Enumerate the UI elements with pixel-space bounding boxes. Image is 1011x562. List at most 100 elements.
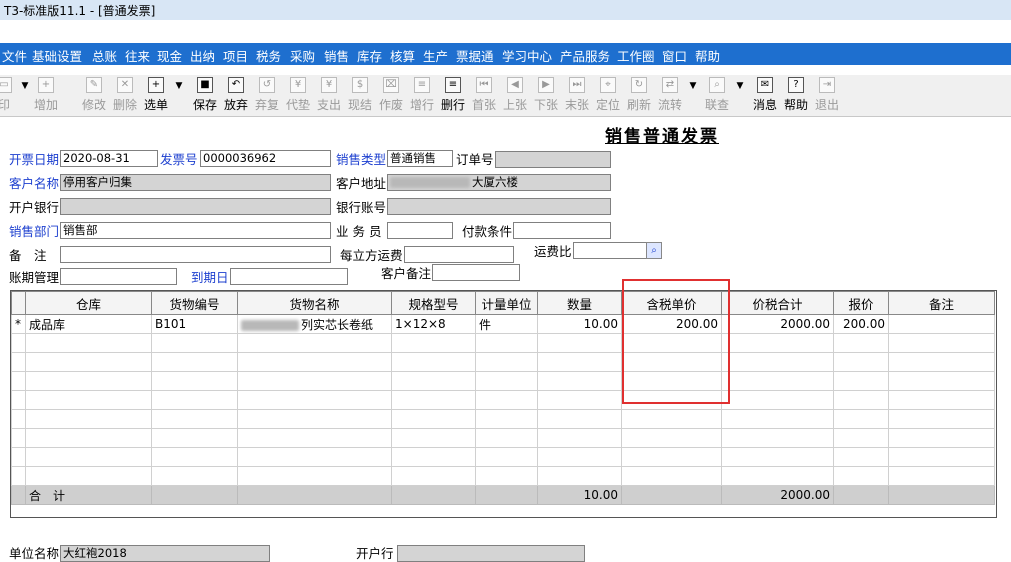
locate-button[interactable]: ⌖ 定位 xyxy=(594,77,622,113)
customer-field[interactable]: 停用客户归集 xyxy=(60,174,331,191)
col-unit[interactable]: 计量单位 xyxy=(475,291,538,315)
col-spec[interactable]: 规格型号 xyxy=(391,291,476,315)
menu-file[interactable]: 文件 xyxy=(2,46,27,65)
menu-production[interactable]: 生产 xyxy=(423,46,448,65)
menu-window[interactable]: 窗口 xyxy=(662,46,687,65)
save-button[interactable]: ■ 保存 xyxy=(191,77,219,113)
flow-dropdown[interactable]: ▼ xyxy=(688,77,698,113)
note-cell[interactable] xyxy=(888,314,995,334)
print-button[interactable]: ▭ 印 xyxy=(0,77,14,113)
advance-button[interactable]: ¥ 代垫 xyxy=(284,77,312,113)
spec-cell[interactable]: 1×12×8 xyxy=(391,314,476,334)
select-dropdown[interactable]: ▼ xyxy=(174,77,184,113)
acct-mgmt-field[interactable] xyxy=(60,268,177,285)
void-button[interactable]: ⌧ 作废 xyxy=(377,77,405,113)
select-order-button[interactable]: + 选单 xyxy=(142,77,170,113)
customer-remark-field[interactable] xyxy=(432,264,520,281)
add-row-button[interactable]: ≡ 增行 xyxy=(408,77,436,113)
total-cell[interactable]: 2000.00 xyxy=(721,314,834,334)
item-code-cell[interactable]: B101 xyxy=(151,314,238,334)
due-date-field[interactable] xyxy=(230,268,348,285)
col-warehouse[interactable]: 仓库 xyxy=(25,291,152,315)
item-name-cell[interactable]: 列实芯长卷纸 xyxy=(237,314,392,334)
expense-button[interactable]: ¥ 支出 xyxy=(315,77,343,113)
edit-button[interactable]: ✎ 修改 xyxy=(81,77,107,113)
sales-type-field[interactable]: 普通销售 xyxy=(387,150,453,167)
table-row[interactable] xyxy=(11,371,995,391)
refresh-button[interactable]: ↻ 刷新 xyxy=(625,77,653,113)
restore-button[interactable]: ↺ 弃复 xyxy=(253,77,281,113)
col-item-name[interactable]: 货物名称 xyxy=(237,291,392,315)
last-record-button[interactable]: ⏭ 末张 xyxy=(563,77,591,113)
bank-field[interactable] xyxy=(60,198,331,215)
help-button[interactable]: ? 帮助 xyxy=(782,77,810,113)
menu-project[interactable]: 项目 xyxy=(223,46,248,65)
menu-workcircle[interactable]: 工作圈 xyxy=(617,46,655,65)
table-row[interactable] xyxy=(11,428,995,448)
delete-row-button[interactable]: ≡ 删行 xyxy=(439,77,467,113)
account-field[interactable] xyxy=(387,198,611,215)
table-row[interactable] xyxy=(11,390,995,410)
first-record-button[interactable]: ⏮ 首张 xyxy=(470,77,498,113)
message-icon: ✉ xyxy=(757,77,773,93)
quote-cell[interactable]: 200.00 xyxy=(833,314,889,334)
col-item-code[interactable]: 货物编号 xyxy=(151,291,238,315)
menu-inventory[interactable]: 库存 xyxy=(357,46,382,65)
unit-cell[interactable]: 件 xyxy=(475,314,538,334)
col-quote[interactable]: 报价 xyxy=(833,291,889,315)
col-total[interactable]: 价税合计 xyxy=(721,291,834,315)
invoice-no-field[interactable]: 0000036962 xyxy=(200,150,331,167)
query-button[interactable]: ⌕ 联查 xyxy=(703,77,731,113)
table-row[interactable] xyxy=(11,352,995,372)
discard-button[interactable]: ↶ 放弃 xyxy=(222,77,250,113)
menu-general-ledger[interactable]: 总账 xyxy=(92,46,117,65)
remark-field[interactable] xyxy=(60,246,331,263)
address-field[interactable]: 大厦六楼 xyxy=(387,174,611,191)
sales-type-label: 销售类型 xyxy=(336,152,387,167)
freight-field[interactable] xyxy=(404,246,514,263)
unit-name-label: 单位名称 xyxy=(9,546,60,561)
table-row[interactable] xyxy=(11,447,995,467)
col-note[interactable]: 备注 xyxy=(888,291,995,315)
warehouse-cell[interactable]: 成品库 xyxy=(25,314,152,334)
sum-label: 合 计 xyxy=(25,485,152,505)
order-no-field[interactable] xyxy=(495,151,611,168)
menu-help[interactable]: 帮助 xyxy=(695,46,720,65)
menu-cash[interactable]: 现金 xyxy=(157,46,182,65)
bank2-field[interactable] xyxy=(397,545,585,562)
menu-accounts[interactable]: 往来 xyxy=(125,46,150,65)
next-record-button[interactable]: ▶ 下张 xyxy=(532,77,560,113)
previous-record-button[interactable]: ◀ 上张 xyxy=(501,77,529,113)
quantity-cell[interactable]: 10.00 xyxy=(537,314,622,334)
message-button[interactable]: ✉ 消息 xyxy=(751,77,779,113)
menu-tax[interactable]: 税务 xyxy=(256,46,281,65)
salesman-field[interactable] xyxy=(387,222,453,239)
menu-product-service[interactable]: 产品服务 xyxy=(560,46,610,65)
col-quantity[interactable]: 数量 xyxy=(537,291,622,315)
menu-sales[interactable]: 销售 xyxy=(324,46,349,65)
menu-learning[interactable]: 学习中心 xyxy=(502,46,552,65)
freight-ratio-field[interactable] xyxy=(573,242,647,259)
flow-button[interactable]: ⇄ 流转 xyxy=(656,77,684,113)
table-row[interactable] xyxy=(11,409,995,429)
add-button[interactable]: + 增加 xyxy=(33,77,59,113)
dept-field[interactable]: 销售部 xyxy=(60,222,331,239)
cash-settle-button[interactable]: $ 现结 xyxy=(346,77,374,113)
table-row[interactable] xyxy=(11,333,995,353)
query-dropdown[interactable]: ▼ xyxy=(735,77,745,113)
menu-invoice-pass[interactable]: 票据通 xyxy=(456,46,494,65)
menu-basic-settings[interactable]: 基础设置 xyxy=(32,46,82,65)
table-row[interactable] xyxy=(11,466,995,486)
menu-purchase[interactable]: 采购 xyxy=(290,46,315,65)
search-lookup-icon[interactable]: ⌕ xyxy=(646,242,662,259)
unit-name-field[interactable]: 大红袍2018 xyxy=(60,545,270,562)
table-row[interactable]: * 成品库 B101 列实芯长卷纸 1×12×8 件 10.00 200.00 … xyxy=(11,314,995,334)
exit-button[interactable]: ⇥ 退出 xyxy=(813,77,841,113)
highlight-annotation-box xyxy=(622,279,730,404)
menu-cashier[interactable]: 出纳 xyxy=(190,46,215,65)
payment-terms-field[interactable] xyxy=(513,222,611,239)
delete-button[interactable]: ✕ 删除 xyxy=(112,77,138,113)
menu-costing[interactable]: 核算 xyxy=(390,46,415,65)
print-dropdown[interactable]: ▼ xyxy=(20,77,30,113)
invoice-date-field[interactable]: 2020-08-31 xyxy=(60,150,158,167)
